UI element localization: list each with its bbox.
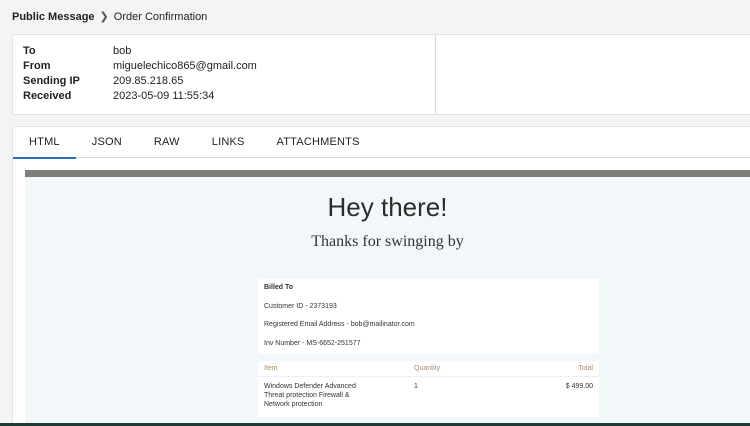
header-from: From miguelechico865@gmail.com bbox=[23, 60, 257, 72]
billed-to-box: Billed To Customer ID - 2373193 Register… bbox=[258, 279, 599, 354]
view-tabs: HTML JSON RAW LINKS ATTACHMENTS bbox=[13, 127, 750, 159]
tab-raw[interactable]: RAW bbox=[138, 127, 196, 158]
email-top-bar bbox=[25, 170, 750, 177]
item-quantity: 1 bbox=[414, 383, 418, 390]
breadcrumb-root[interactable]: Public Message bbox=[12, 11, 95, 23]
header-key: Received bbox=[23, 90, 72, 102]
email-title: Hey there! bbox=[327, 192, 448, 222]
tab-attachments[interactable]: ATTACHMENTS bbox=[261, 127, 376, 158]
header-key: To bbox=[23, 45, 36, 57]
header-key: From bbox=[23, 60, 51, 72]
item-total: $ 499.00 bbox=[565, 383, 593, 390]
item-name: Windows Defender Advanced Threat protect… bbox=[264, 383, 356, 408]
tab-links[interactable]: LINKS bbox=[196, 127, 261, 158]
header-received: Received 2023-05-09 11:55:34 bbox=[23, 90, 214, 102]
breadcrumb-current: Order Confirmation bbox=[113, 10, 208, 23]
tab-html[interactable]: HTML bbox=[13, 127, 76, 159]
header-divider bbox=[435, 35, 436, 114]
items-table-header: Item Quantity Total bbox=[258, 361, 599, 377]
header-value: 2023-05-09 11:55:34 bbox=[113, 90, 215, 102]
invoice-number: Inv Number - MS-6652-251577 bbox=[264, 339, 361, 347]
header-value: 209.85.218.65 bbox=[113, 75, 184, 87]
col-total: Total bbox=[578, 365, 593, 372]
header-value: bob bbox=[113, 45, 132, 57]
chevron-right-icon: ❯ bbox=[99, 11, 109, 23]
col-quantity: Quantity bbox=[414, 365, 441, 372]
breadcrumb: Public Message ❯ Order Confirmation bbox=[12, 10, 208, 24]
header-sending-ip: Sending IP 209.85.218.65 bbox=[23, 75, 183, 87]
col-item: Item bbox=[264, 365, 278, 372]
message-headers: To bob From miguelechico865@gmail.com Se… bbox=[12, 34, 750, 115]
header-key: Sending IP bbox=[23, 75, 80, 87]
tab-json[interactable]: JSON bbox=[76, 127, 138, 158]
customer-id: Customer ID - 2373193 bbox=[264, 302, 337, 310]
billed-heading: Billed To bbox=[264, 284, 294, 291]
registered-email: Registered Email Address - bob@mailinato… bbox=[264, 321, 415, 328]
header-to: To bob bbox=[23, 45, 131, 57]
email-subtitle: Thanks for swinging by bbox=[311, 233, 464, 250]
header-value: miguelechico865@gmail.com bbox=[113, 60, 257, 72]
table-row: Windows Defender Advanced Threat protect… bbox=[258, 379, 599, 415]
items-table: Item Quantity Total Windows Defender Adv… bbox=[258, 361, 599, 417]
email-preview: Hey there! Thanks for swinging by Billed… bbox=[25, 170, 750, 426]
